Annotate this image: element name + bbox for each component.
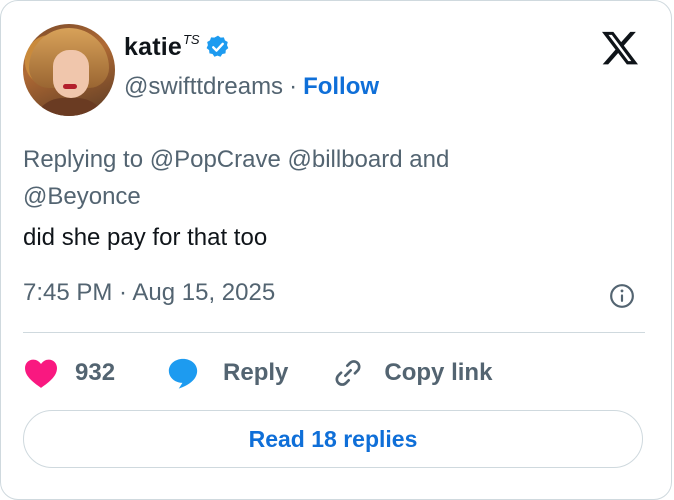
avatar[interactable] bbox=[23, 24, 115, 116]
like-button[interactable]: 932 bbox=[23, 357, 115, 389]
link-icon bbox=[335, 360, 361, 386]
separator-dot: · bbox=[289, 73, 298, 100]
action-bar: 932 Reply Copy link bbox=[23, 351, 492, 395]
reply-bubble-icon bbox=[168, 358, 198, 389]
display-name[interactable]: katie bbox=[124, 33, 182, 62]
copy-link-button[interactable]: Copy link bbox=[332, 357, 492, 389]
tweet-timestamp[interactable]: 7:45 PM · Aug 15, 2025 bbox=[23, 279, 275, 307]
copy-link-label: Copy link bbox=[384, 359, 493, 386]
handle-row: @swifttdreams · Follow bbox=[124, 73, 379, 101]
like-count: 932 bbox=[75, 359, 116, 386]
info-icon[interactable] bbox=[609, 283, 635, 309]
verified-badge-icon bbox=[206, 35, 228, 57]
follow-button[interactable]: Follow bbox=[303, 73, 379, 100]
divider bbox=[23, 332, 645, 333]
heart-icon bbox=[25, 359, 57, 388]
tweet-card: katie TS @swifttdreams · Follow Replying t… bbox=[0, 0, 672, 500]
read-replies-button[interactable]: Read 18 replies bbox=[23, 410, 643, 468]
reply-label: Reply bbox=[223, 359, 289, 386]
reply-button[interactable]: Reply bbox=[165, 356, 288, 390]
author-handle[interactable]: @swifttdreams bbox=[124, 73, 283, 100]
author-name-row: katie TS bbox=[124, 30, 231, 64]
x-logo-icon[interactable] bbox=[599, 28, 641, 68]
display-name-suffix: TS bbox=[182, 31, 200, 47]
tweet-text: did she pay for that too bbox=[23, 224, 268, 251]
replying-to-context[interactable]: Replying to @PopCrave @billboard and @Be… bbox=[23, 141, 563, 215]
